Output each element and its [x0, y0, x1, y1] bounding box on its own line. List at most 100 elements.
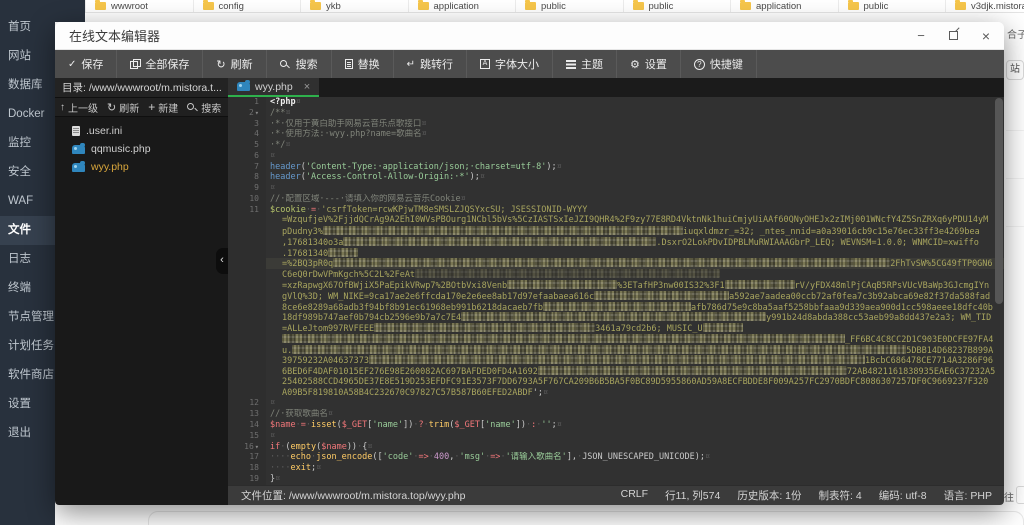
panel-collapse-handle[interactable]: [216, 248, 228, 274]
settings-button[interactable]: 设置: [617, 50, 681, 78]
replace-button[interactable]: 替换: [332, 50, 394, 78]
status-item[interactable]: 语言: PHP: [944, 488, 992, 503]
code-token: 'code': [383, 452, 414, 462]
code-token: //·获取歌曲名: [270, 409, 328, 419]
sidebar-item-logs[interactable]: 日志: [0, 245, 55, 274]
search-icon: [280, 59, 291, 70]
code-line: //·获取歌曲名¤: [266, 409, 1004, 420]
code-token: JSON_UNESCAPED_UNICODE: [582, 452, 695, 462]
sidebar-item-website[interactable]: 网站: [0, 42, 55, 71]
code-token: =>: [490, 452, 500, 462]
editor-tab-bar: wyy.php ×: [228, 78, 1004, 97]
file-action-refresh[interactable]: 刷新: [107, 100, 139, 115]
theme-button[interactable]: 主题: [553, 50, 617, 78]
sidebar-item-settings[interactable]: 设置: [0, 390, 55, 419]
status-item[interactable]: 行11, 列574: [665, 488, 720, 503]
folder-entry[interactable]: ykb: [300, 0, 408, 12]
hotkeys-button[interactable]: 快捷键: [681, 50, 757, 78]
sidebar-item-monitor[interactable]: 监控: [0, 129, 55, 158]
code-token: ],: [567, 452, 577, 462]
editor-scrollbar-thumb[interactable]: [995, 98, 1003, 304]
fold-icon[interactable]: ▾: [255, 109, 259, 117]
folder-entry[interactable]: public: [515, 0, 623, 12]
code-token: .DsxrO2LokPDvIDPBLMuRWIAAAGbrP_LEQ; WEVN…: [656, 238, 978, 248]
status-item[interactable]: 历史版本: 1份: [737, 488, 801, 503]
sidebar-item-home[interactable]: 首页: [0, 13, 55, 42]
code-token: exit: [290, 463, 310, 473]
status-item[interactable]: 编码: utf-8: [879, 488, 927, 503]
code-line: ¤: [266, 151, 1004, 162]
sidebar-item-files[interactable]: 文件: [0, 216, 55, 245]
search-label: 搜索: [296, 56, 318, 72]
search-icon: [187, 102, 198, 113]
blurred-text-block: [543, 302, 691, 311]
tab-close-icon[interactable]: ×: [304, 81, 310, 93]
fold-icon[interactable]: ▾: [255, 443, 259, 451]
folder-icon: [418, 2, 429, 10]
sidebar-item-waf[interactable]: WAF: [0, 187, 55, 216]
font-size-button[interactable]: 字体大小: [467, 50, 553, 78]
code-token: json_encode: [316, 452, 372, 462]
code-token: ([: [372, 452, 382, 462]
file-row[interactable]: .user.ini: [55, 122, 228, 140]
goto-input-fragment[interactable]: [1016, 486, 1024, 504]
code-row: 18df989b747aef0b794cb2596e9b7a7c7E4y991b…: [228, 312, 1004, 323]
sidebar-item-database[interactable]: 数据库: [0, 71, 55, 100]
sidebar-item-cron[interactable]: 计划任务: [0, 332, 55, 361]
gutter-line-number: [228, 248, 266, 259]
folder-entry[interactable]: public: [623, 0, 731, 12]
site-pill-fragment[interactable]: 站: [1006, 60, 1024, 80]
code-row: =xzRapwgX67OfBWjiX5PaEpikVRwp7%2BOtbVxi8…: [228, 280, 1004, 291]
sidebar-item-docker[interactable]: Docker: [0, 100, 55, 129]
gutter-line-number: 3: [228, 119, 266, 130]
folder-entry[interactable]: public: [838, 0, 946, 12]
gutter-line-number: 11: [228, 205, 266, 216]
code-editor[interactable]: wyy.php × 1<?php¤2▾/**¤3·*·仅用于黄白助手网易云音乐点…: [228, 78, 1004, 485]
folder-entry[interactable]: config: [193, 0, 301, 12]
search-label: 搜索: [201, 100, 221, 115]
refresh-label: 刷新: [119, 100, 139, 115]
refresh-label: 刷新: [231, 56, 253, 72]
sidebar-item-app-store[interactable]: 软件商店: [0, 361, 55, 390]
folder-entry[interactable]: v3djk.mistora: [945, 0, 1024, 12]
file-action-search[interactable]: 搜索: [187, 100, 221, 115]
sidebar-item-terminal[interactable]: 终端: [0, 274, 55, 303]
status-item[interactable]: CRLF: [621, 488, 648, 503]
folder-label: public: [864, 1, 889, 12]
maximize-icon[interactable]: [949, 31, 958, 40]
code-row: 10//·配置区域·---·请填入你的网易云音乐Cookie¤: [228, 194, 1004, 205]
refresh-button[interactable]: 刷新: [203, 50, 266, 78]
gutter-line-number: 15: [228, 431, 266, 442]
code-line: =%2BQ3pR0q2FhTvSW%5CG49fTP0GN6: [266, 258, 1004, 269]
tab-wyy-php[interactable]: wyy.php ×: [228, 78, 319, 97]
status-item[interactable]: 制表符: 4: [819, 488, 862, 503]
directory-path: 目录: /www/wwwroot/m.mistora.t...: [55, 78, 228, 98]
folder-entry[interactable]: application: [408, 0, 516, 12]
sidebar-item-logout[interactable]: 退出: [0, 419, 55, 448]
sidebar-item-node-manage[interactable]: 节点管理: [0, 303, 55, 332]
file-action-up[interactable]: 上一级: [60, 100, 98, 115]
folder-entry[interactable]: wwwroot: [85, 0, 193, 12]
code-line: _FF6BC4C8CC2D1C903E0DCFE97FA4: [266, 334, 1004, 345]
folder-label: application: [434, 1, 479, 12]
code-token: =WzqufjeV%2FjjdQCrAg9A2EhI0WVsPBOurg1NCb…: [282, 215, 988, 225]
save-button[interactable]: 保存: [55, 50, 117, 78]
gutter-line-number: 5: [228, 140, 266, 151]
code-token: _FF6BC4C8CC2D1C903E0DCFE97FA4: [845, 335, 993, 345]
folder-entry[interactable]: application: [730, 0, 838, 12]
file-action-new[interactable]: 新建: [148, 100, 178, 115]
file-row[interactable]: wyy.php: [55, 158, 228, 176]
code-token: ';: [533, 388, 543, 398]
minimize-icon[interactable]: [917, 28, 925, 43]
code-row: 6BED6F4DAF01015EF276E98E260082AC697BAFDE…: [228, 366, 1004, 377]
folder-icon: [95, 2, 106, 10]
goto-line-button[interactable]: 跳转行: [394, 50, 467, 78]
search-button[interactable]: 搜索: [267, 50, 332, 78]
blurred-text-block: [507, 280, 617, 289]
close-icon[interactable]: [982, 28, 990, 44]
save-all-button[interactable]: 全部保存: [117, 50, 203, 78]
sidebar-item-security[interactable]: 安全: [0, 158, 55, 187]
blurred-text-block: [415, 269, 720, 278]
file-row[interactable]: qqmusic.php: [55, 140, 228, 158]
code-token: 25402588CCD4965DE37E8E519D253EFDFC91E357…: [282, 377, 988, 387]
